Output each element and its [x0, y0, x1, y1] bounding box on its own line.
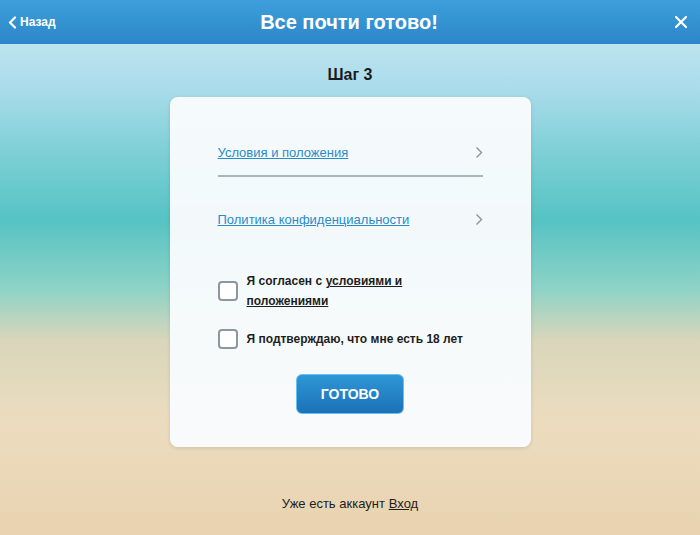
close-button[interactable] — [670, 11, 692, 33]
checkbox-row[interactable]: Я согласен сусловиями и положениями — [218, 271, 483, 311]
step-title: Шаг 3 — [328, 66, 373, 86]
header-title: Все почти готово! — [260, 11, 438, 34]
terms-card: Условия и положения Политика конфиденциал… — [170, 97, 531, 447]
checkbox-label: Я подтверждаю, что мне есть 18 лет — [247, 329, 463, 349]
footer-login: Уже есть аккаунт Вход — [282, 496, 418, 535]
login-link[interactable]: Вход — [389, 496, 418, 511]
submit-button[interactable]: ГОТОВО — [296, 374, 404, 414]
chevron-left-icon — [8, 16, 17, 29]
document-row[interactable]: Политика конфиденциальности — [218, 199, 483, 239]
document-link[interactable]: Политика конфиденциальности — [218, 212, 410, 227]
checkbox-label: Я согласен сусловиями и положениями — [247, 271, 483, 311]
chevron-right-icon — [475, 213, 483, 226]
footer-text: Уже есть аккаунт — [282, 496, 385, 511]
checkbox[interactable] — [218, 329, 238, 349]
checkbox-row[interactable]: Я подтверждаю, что мне есть 18 лет — [218, 329, 483, 349]
close-icon — [674, 15, 688, 29]
signup-page: Назад Все почти готово! Шаг 3 Условия и пол… — [0, 0, 700, 535]
header-bar: Назад Все почти готово! — [0, 0, 700, 44]
document-link[interactable]: Условия и положения — [218, 145, 349, 160]
chevron-right-icon — [475, 146, 483, 159]
back-label: Назад — [20, 15, 56, 29]
back-button[interactable]: Назад — [6, 11, 58, 33]
document-row[interactable]: Условия и положения — [218, 137, 483, 177]
terms-inline-link[interactable]: условиями и положениями — [247, 274, 403, 308]
checkbox[interactable] — [218, 281, 238, 301]
main-area: Шаг 3 Условия и положения Политика конфиде… — [0, 44, 700, 535]
